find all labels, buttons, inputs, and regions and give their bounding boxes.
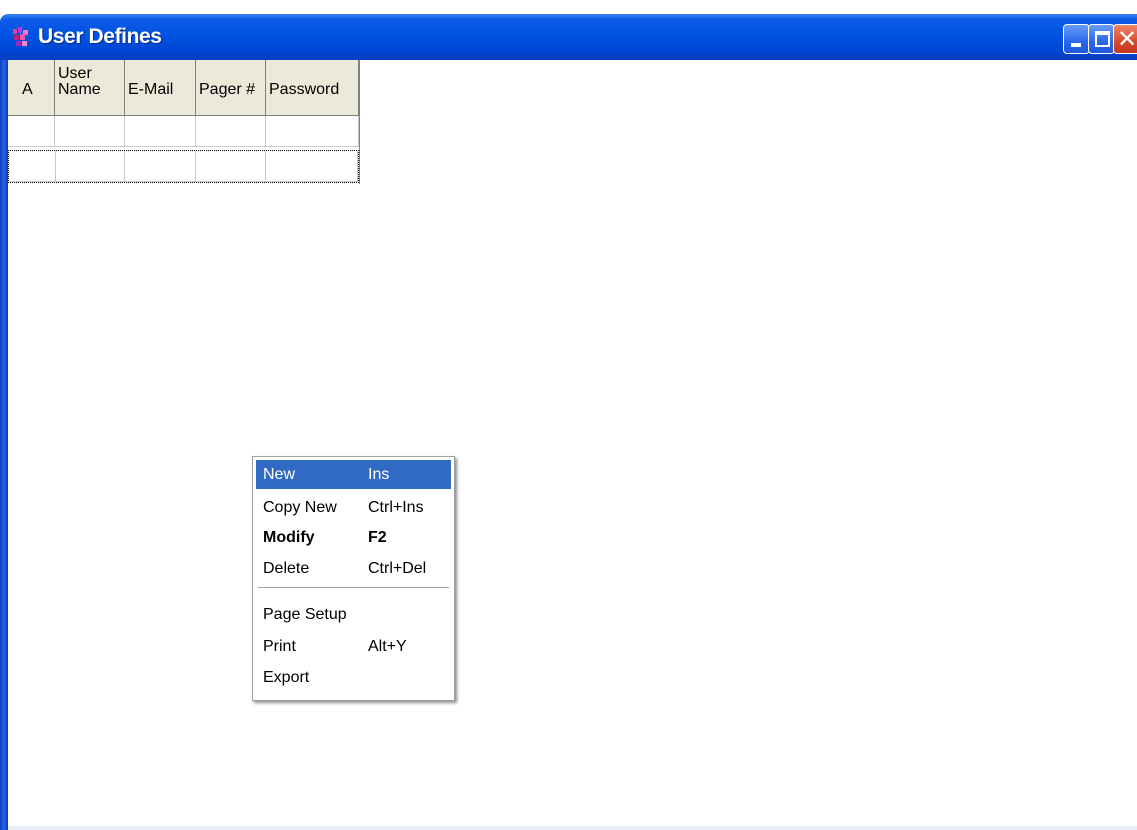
close-icon: ✕ — [1117, 25, 1137, 53]
column-header-pager[interactable]: Pager # — [196, 60, 266, 116]
menu-item-label: Export — [263, 669, 310, 686]
window-bottom-border — [8, 826, 1137, 830]
grid-header: A User Name E-Mail Pager # Password — [8, 60, 359, 116]
minimize-button[interactable] — [1063, 24, 1090, 54]
menu-item-copy-new[interactable]: Copy New Ctrl+Ins — [256, 493, 451, 522]
column-header-password[interactable]: Password — [266, 60, 359, 116]
window-left-border — [0, 60, 8, 830]
minimize-icon — [1071, 43, 1081, 47]
column-header-a[interactable]: A — [8, 60, 55, 116]
menu-item-label: Delete — [263, 560, 310, 577]
menu-item-shortcut: Alt+Y — [368, 638, 407, 655]
menu-item-export[interactable]: Export — [256, 663, 451, 692]
menu-item-label: Page Setup — [263, 606, 347, 623]
menu-item-page-setup[interactable]: Page Setup — [256, 600, 451, 629]
app-icon[interactable] — [12, 27, 30, 47]
column-header-email[interactable]: E-Mail — [125, 60, 196, 116]
menu-item-modify[interactable]: Modify F2 — [256, 523, 451, 552]
menu-item-label: Print — [263, 638, 296, 655]
maximize-button[interactable] — [1088, 24, 1115, 54]
table-cell[interactable] — [8, 116, 55, 147]
table-cell[interactable] — [266, 116, 359, 147]
menu-item-print[interactable]: Print Alt+Y — [256, 632, 451, 661]
close-button[interactable]: ✕ — [1113, 24, 1137, 54]
window-title: User Defines — [38, 25, 162, 48]
table-cell[interactable] — [265, 151, 358, 182]
menu-item-delete[interactable]: Delete Ctrl+Del — [256, 554, 451, 583]
user-grid[interactable]: A User Name E-Mail Pager # Password — [8, 60, 360, 184]
column-header-label: Pager # — [199, 81, 256, 98]
column-header-label: User Name — [58, 65, 101, 98]
menu-separator — [258, 587, 449, 589]
table-row-focused[interactable] — [8, 150, 359, 183]
menu-item-shortcut: Ctrl+Ins — [368, 499, 424, 516]
table-cell[interactable] — [55, 151, 126, 182]
table-cell[interactable] — [55, 116, 125, 147]
table-cell[interactable] — [9, 151, 56, 182]
menu-item-label: Copy New — [263, 499, 337, 516]
maximize-icon — [1095, 31, 1110, 47]
column-header-user-name[interactable]: User Name — [55, 60, 125, 116]
menu-item-new[interactable]: New Ins — [256, 460, 451, 489]
menu-item-shortcut: Ins — [368, 466, 390, 483]
column-header-label: Password — [269, 81, 340, 98]
column-header-label: A — [22, 81, 33, 98]
table-cell[interactable] — [125, 151, 196, 182]
user-defines-window: User Defines ✕ A User Name E-Mail Pager … — [0, 0, 1137, 830]
menu-item-label: New — [263, 466, 296, 483]
table-cell[interactable] — [125, 116, 196, 147]
title-bar[interactable]: User Defines ✕ — [0, 14, 1137, 60]
table-row[interactable] — [8, 116, 359, 147]
column-header-label: E-Mail — [128, 81, 174, 98]
context-menu: New Ins Copy New Ctrl+Ins Modify F2 Dele… — [252, 456, 455, 701]
menu-item-shortcut: F2 — [368, 529, 387, 546]
menu-item-label: Modify — [263, 529, 315, 546]
table-cell[interactable] — [196, 116, 266, 147]
table-cell[interactable] — [195, 151, 266, 182]
menu-item-shortcut: Ctrl+Del — [368, 560, 427, 577]
